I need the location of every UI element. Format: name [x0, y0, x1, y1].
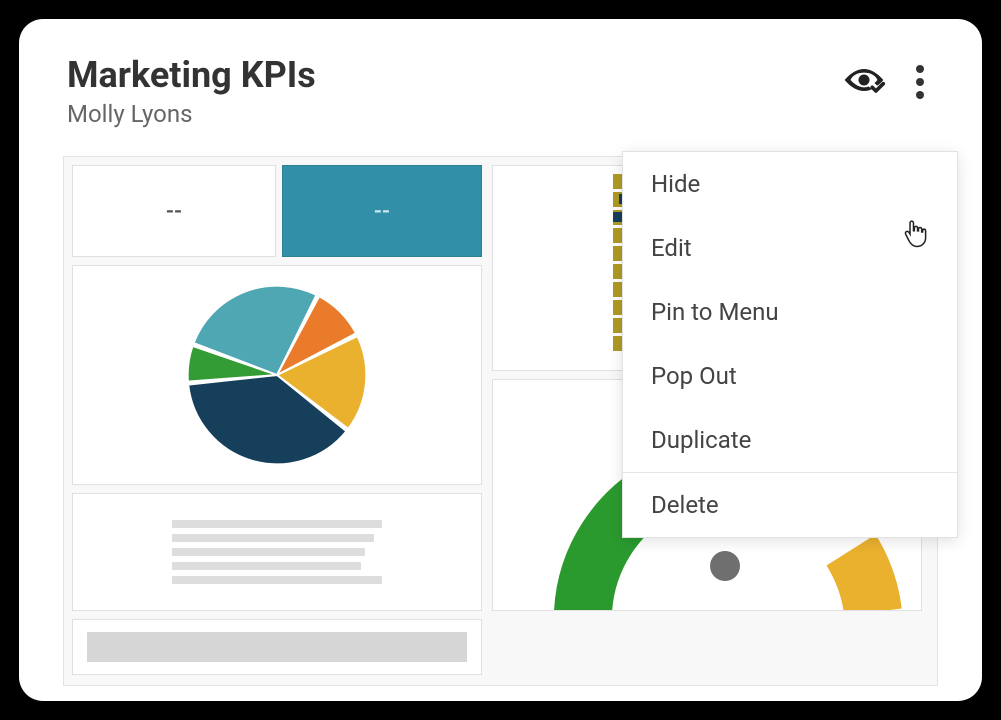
more-menu-button[interactable] [912, 61, 928, 103]
card-header: Marketing KPIs Molly Lyons [19, 19, 982, 140]
header-actions [842, 61, 928, 103]
dashboard-card: Marketing KPIs Molly Lyons -- -- [19, 19, 982, 701]
kpi-tile-2[interactable]: -- [282, 165, 482, 257]
menu-item-duplicate[interactable]: Duplicate [623, 408, 957, 472]
menu-item-hide[interactable]: Hide [623, 152, 957, 216]
text-list-tile[interactable] [72, 493, 482, 611]
kpi-tile-1[interactable]: -- [72, 165, 276, 257]
page-title: Marketing KPIs [67, 55, 316, 96]
page-subtitle: Molly Lyons [67, 100, 316, 128]
kpi-2-value: -- [374, 199, 390, 224]
menu-item-pin-to-menu[interactable]: Pin to Menu [623, 280, 957, 344]
pointer-cursor-icon [902, 219, 928, 249]
visibility-eye-icon[interactable] [842, 64, 886, 100]
grey-bar-placeholder [87, 632, 467, 662]
pie-chart [182, 280, 372, 470]
text-list-placeholder [172, 514, 382, 590]
pie-chart-tile[interactable] [72, 265, 482, 485]
titles: Marketing KPIs Molly Lyons [67, 55, 316, 128]
bottom-bar-tile[interactable] [72, 619, 482, 675]
kpi-1-value: -- [166, 199, 182, 224]
context-menu: HideEditPin to MenuPop OutDuplicateDelet… [622, 151, 958, 538]
menu-item-delete[interactable]: Delete [623, 472, 957, 537]
menu-item-pop-out[interactable]: Pop Out [623, 344, 957, 408]
